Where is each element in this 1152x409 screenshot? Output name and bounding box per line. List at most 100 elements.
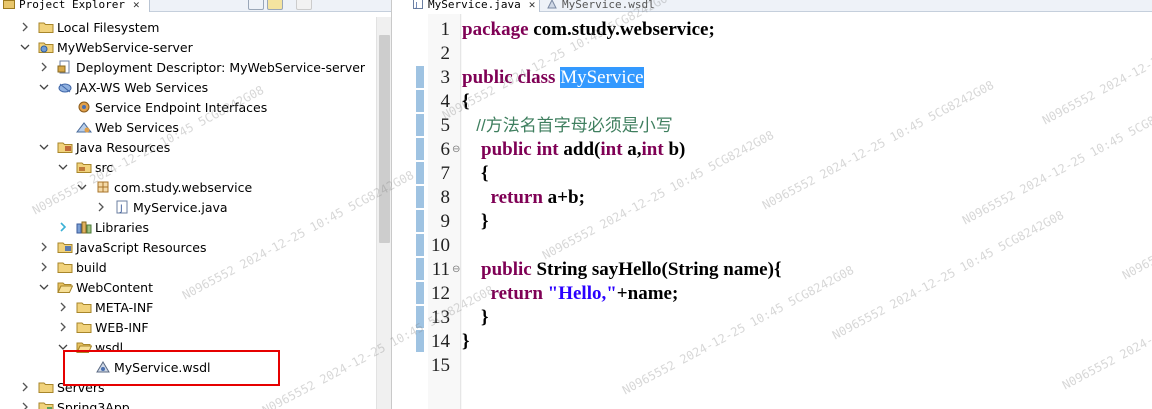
- tree-item[interactable]: WEB-INF: [0, 317, 376, 337]
- code-line[interactable]: 11 ⊖ public String sayHello(String name){: [408, 258, 1152, 282]
- tree-item-label: JAX-WS Web Services: [76, 79, 209, 95]
- selected-text: MyService: [560, 67, 644, 88]
- web-project-icon: [38, 40, 54, 54]
- fold-collapse-icon[interactable]: ⊖: [452, 258, 460, 282]
- folder-icon: [76, 300, 92, 314]
- java-file-icon: J: [412, 0, 424, 9]
- red-highlight-box: [63, 350, 280, 386]
- line-number: 8: [440, 187, 451, 208]
- chevron-down-icon[interactable]: [19, 41, 31, 53]
- chevron-down-icon[interactable]: [57, 161, 69, 173]
- line-number: 6: [440, 139, 451, 160]
- code-line[interactable]: 2: [408, 42, 1152, 66]
- tab-myservice-java[interactable]: J MyService.java ✕: [408, 0, 540, 12]
- chevron-down-icon[interactable]: [38, 81, 50, 93]
- code-token: a+b;: [547, 187, 585, 208]
- tree-item-label: Libraries: [95, 219, 149, 235]
- code-text: public String sayHello(String name){: [462, 258, 781, 282]
- view-menu-icon[interactable]: [296, 0, 312, 10]
- code-line[interactable]: 6 ⊖ public int add(int a,int b): [408, 138, 1152, 162]
- line-number: 1: [440, 19, 451, 40]
- chevron-down-icon[interactable]: [38, 141, 50, 153]
- web-services-icon: [76, 120, 92, 134]
- tree-item[interactable]: build: [0, 257, 376, 277]
- code-token: //方法名首字母必须是小写: [476, 116, 673, 135]
- editor-tab-bar: J MyService.java ✕ MyService.wsdl: [408, 0, 1152, 12]
- tree-item-label: WEB-INF: [95, 319, 149, 335]
- tree-item[interactable]: JAX-WS Web Services: [0, 77, 376, 97]
- line-number: 14: [431, 331, 450, 352]
- explorer-tab-bar: Project Explorer ✕: [0, 0, 391, 12]
- code-line[interactable]: 10: [408, 234, 1152, 258]
- code-text: return a+b;: [462, 186, 585, 210]
- java-resources-icon: [57, 140, 73, 154]
- line-number: 7: [440, 163, 451, 184]
- minimize-icon[interactable]: [248, 0, 264, 10]
- line-number: 3: [440, 67, 451, 88]
- tree-item[interactable]: JavaScript Resources: [0, 237, 376, 257]
- tree-item[interactable]: MyWebService-server: [0, 37, 376, 57]
- tree-item[interactable]: Java Resources: [0, 137, 376, 157]
- folder-icon: [38, 20, 54, 34]
- link-with-editor-icon[interactable]: [267, 0, 283, 10]
- project-explorer-tab[interactable]: Project Explorer ✕: [0, 0, 150, 12]
- code-text: //方法名首字母必须是小写: [462, 114, 673, 138]
- code-token: b): [668, 139, 686, 160]
- fold-collapse-icon[interactable]: ⊖: [452, 138, 460, 162]
- line-number: 12: [431, 283, 450, 304]
- svg-text:J: J: [415, 1, 418, 9]
- code-token: return: [490, 283, 548, 304]
- chevron-right-icon[interactable]: [57, 221, 69, 233]
- tree-item-label: MyWebService-server: [57, 39, 193, 55]
- chevron-right-icon[interactable]: [19, 401, 31, 409]
- deployment-descriptor-icon: [57, 60, 73, 74]
- code-token: +name;: [616, 283, 679, 304]
- chevron-down-icon[interactable]: [38, 281, 50, 293]
- line-number: 11: [431, 259, 450, 280]
- chevron-right-icon[interactable]: [57, 321, 69, 333]
- code-line[interactable]: 14}: [408, 330, 1152, 354]
- chevron-right-icon[interactable]: [38, 241, 50, 253]
- close-tab-icon[interactable]: ✕: [133, 0, 140, 11]
- tree-item[interactable]: Service Endpoint Interfaces: [0, 97, 376, 117]
- tree-item-label: Deployment Descriptor: MyWebService-serv…: [76, 59, 366, 75]
- jaxws-icon: [57, 80, 73, 94]
- chevron-right-icon[interactable]: [95, 201, 107, 213]
- java-file-icon: J: [114, 200, 130, 214]
- tree-item-label: WebContent: [76, 279, 153, 295]
- code-text: public int add(int a,int b): [462, 138, 685, 162]
- code-line[interactable]: 4{: [408, 90, 1152, 114]
- code-token: {: [462, 163, 489, 184]
- folder-icon: [38, 380, 54, 394]
- chevron-right-icon[interactable]: [57, 301, 69, 313]
- chevron-right-icon[interactable]: [38, 61, 50, 73]
- code-line[interactable]: 1 package com.study.webservice;: [408, 18, 1152, 42]
- chevron-right-icon[interactable]: [38, 261, 50, 273]
- line-number: 2: [440, 43, 451, 64]
- close-tab-icon[interactable]: ✕: [529, 0, 536, 11]
- code-token: String sayHello(String name){: [536, 259, 782, 280]
- tree-item[interactable]: Deployment Descriptor: MyWebService-serv…: [0, 57, 376, 77]
- chevron-right-icon[interactable]: [19, 21, 31, 33]
- project-icon: [38, 400, 54, 409]
- javascript-resources-icon: [57, 240, 73, 254]
- tree-item-label: JavaScript Resources: [76, 239, 207, 255]
- tree-item[interactable]: Local Filesystem: [0, 17, 376, 37]
- chevron-right-icon[interactable]: [19, 381, 31, 393]
- folder-icon: [76, 320, 92, 334]
- code-token: }: [462, 331, 470, 352]
- tree-item-label: META-INF: [95, 299, 154, 315]
- code-token: }: [462, 211, 489, 232]
- tree-item[interactable]: Spring3App: [0, 397, 376, 409]
- code-line[interactable]: 15: [408, 354, 1152, 378]
- tree-item-label: MyService.java: [133, 199, 228, 215]
- tab-label: MyService.java: [428, 0, 521, 11]
- code-token: return: [490, 187, 548, 208]
- tree-item[interactable]: src: [0, 157, 376, 177]
- code-text: }: [462, 210, 489, 234]
- scrollbar-thumb[interactable]: [379, 35, 390, 243]
